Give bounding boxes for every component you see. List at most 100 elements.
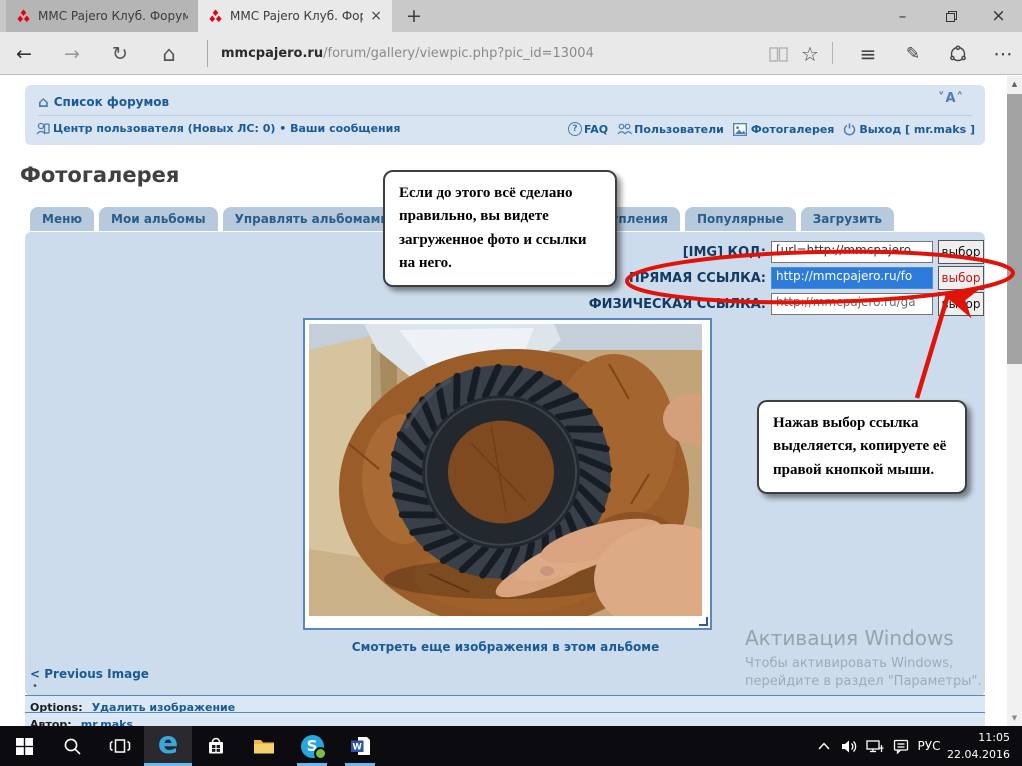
previous-image-link[interactable]: < Previous Image xyxy=(30,667,149,681)
close-button[interactable]: × xyxy=(976,0,1021,32)
bullet: • xyxy=(32,681,38,692)
header-right-links: ? FAQ Пользователи Фотогалерея Выход [ m… xyxy=(0,122,975,136)
clock[interactable]: 11:05 22.04.2016 xyxy=(940,729,1010,763)
start-button[interactable] xyxy=(0,726,48,766)
mitsubishi-favicon xyxy=(208,9,223,23)
clock-time: 11:05 xyxy=(940,729,1010,746)
tab-menu[interactable]: Меню xyxy=(30,207,94,231)
refresh-icon[interactable]: ↻ xyxy=(104,38,136,70)
forum-list-link[interactable]: ⌂ Список форумов xyxy=(38,93,169,111)
tab-close-icon[interactable]: × xyxy=(370,8,382,24)
file-explorer-button[interactable] xyxy=(240,726,288,766)
physical-link-row: ФИЗИЧЕСКАЯ ССЫЛКА: http://mmcpajero.ru/g… xyxy=(466,292,984,316)
browser-tab-active[interactable]: MMC Pajero Клуб. Фор × xyxy=(198,0,392,32)
gear-photo xyxy=(309,324,702,616)
word-button[interactable]: W xyxy=(336,726,384,766)
task-view-icon xyxy=(109,737,131,755)
photo-caption-link[interactable]: Смотреть еще изображения в этом альбоме xyxy=(303,640,708,654)
img-code-select-button[interactable]: выбор xyxy=(938,240,984,264)
users-link[interactable]: Пользователи xyxy=(617,123,724,136)
callout-right: Нажав выбор ссылка выделяется, копируете… xyxy=(757,400,967,494)
svg-text:W: W xyxy=(352,743,362,753)
minimize-button[interactable]: – xyxy=(880,0,925,32)
forum-list-label: Список форумов xyxy=(54,95,169,109)
address-bar-separator xyxy=(207,40,208,67)
hub-icon[interactable]: ≡ xyxy=(853,38,883,70)
faq-link[interactable]: ? FAQ xyxy=(568,122,608,136)
users-icon xyxy=(617,123,632,135)
clock-date: 22.04.2016 xyxy=(940,746,1010,763)
more-icon[interactable]: ⋯ xyxy=(988,38,1018,70)
search-icon xyxy=(63,737,82,756)
tab-title: MMC Pajero Клуб. Фор xyxy=(230,9,363,23)
question-icon: ? xyxy=(568,122,582,136)
new-tab-button[interactable]: + xyxy=(400,2,428,30)
tab-manage-albums[interactable]: Управлять альбомами xyxy=(223,207,401,231)
edge-icon: e xyxy=(158,729,178,759)
skype-status-dot xyxy=(314,747,327,760)
task-view-button[interactable] xyxy=(96,726,144,766)
watermark-line2: перейдите в раздел "Параметры". xyxy=(745,673,982,691)
logout-link[interactable]: Выход [ mr.maks ] xyxy=(843,123,975,136)
windows-logo-icon xyxy=(16,738,33,755)
store-button[interactable] xyxy=(192,726,240,766)
home-icon: ⌂ xyxy=(38,93,49,111)
tab-title: MMC Pajero Клуб. Форум • xyxy=(38,9,188,23)
volume-icon[interactable] xyxy=(836,726,862,766)
url-host: mmcpajero.ru xyxy=(221,46,323,61)
options-row: Options: Удалить изображение xyxy=(25,696,985,712)
browser-tab-background[interactable]: MMC Pajero Клуб. Форум • xyxy=(6,0,198,32)
watermark-title: Активация Windows xyxy=(745,626,982,650)
url-path: /forum/gallery/viewpic.php?pic_id=13004 xyxy=(323,46,594,61)
direct-link-input[interactable]: http://mmcpajero.ru/fo xyxy=(771,267,933,289)
restore-icon xyxy=(946,11,956,21)
resize-handle-icon[interactable] xyxy=(699,617,708,626)
scroll-down-icon[interactable]: ▼ xyxy=(1007,714,1022,722)
edge-taskbar-button[interactable]: e xyxy=(144,726,192,766)
page-title: Фотогалерея xyxy=(20,163,179,187)
store-icon xyxy=(206,736,226,756)
photo-frame[interactable] xyxy=(303,318,712,630)
gallery-label: Фотогалерея xyxy=(751,123,834,136)
favorites-star-icon[interactable]: ☆ xyxy=(795,38,825,70)
scroll-up-icon[interactable]: ▲ xyxy=(1007,76,1022,88)
back-icon[interactable]: ← xyxy=(8,38,40,70)
share-icon[interactable] xyxy=(943,38,973,70)
skype-icon: S xyxy=(301,735,324,758)
network-icon[interactable] xyxy=(862,726,888,766)
font-size-control[interactable]: ˅A˄ xyxy=(938,91,964,106)
address-bar[interactable]: mmcpajero.ru/forum/gallery/viewpic.php?p… xyxy=(221,46,594,61)
tab-my-albums[interactable]: Мои альбомы xyxy=(99,207,218,231)
scrollbar-thumb[interactable] xyxy=(1007,94,1022,364)
watermark-line1: Чтобы активировать Windows, xyxy=(745,655,982,673)
action-center-icon[interactable] xyxy=(888,726,914,766)
logout-label: Выход [ mr.maks ] xyxy=(859,123,975,136)
header-divider xyxy=(38,115,972,116)
mitsubishi-favicon xyxy=(16,9,31,23)
tab-popular[interactable]: Популярные xyxy=(685,207,796,231)
power-icon xyxy=(843,123,856,136)
reading-view-icon[interactable] xyxy=(763,38,793,70)
physical-link-select-button[interactable]: выбор xyxy=(938,292,984,316)
skype-button[interactable]: S xyxy=(288,726,336,766)
physical-link-label: ФИЗИЧЕСКАЯ ССЫЛКА: xyxy=(466,297,766,312)
picture-icon xyxy=(733,123,747,136)
windows-activation-watermark: Активация Windows Чтобы активировать Win… xyxy=(745,626,982,691)
physical-link-input[interactable]: http://mmcpajero.ru/ga xyxy=(771,293,933,315)
page-scrollbar[interactable]: ▲ ▼ xyxy=(1007,76,1022,726)
gallery-link[interactable]: Фотогалерея xyxy=(733,123,834,136)
faq-label: FAQ xyxy=(584,123,608,136)
img-code-input[interactable]: [url=http://mmcpajero xyxy=(771,241,933,263)
tray-chevron-icon[interactable] xyxy=(812,726,836,766)
forward-icon[interactable]: → xyxy=(56,38,88,70)
word-icon: W xyxy=(350,736,371,756)
home-icon[interactable]: ⌂ xyxy=(153,38,185,70)
tab-upload[interactable]: Загрузить xyxy=(801,207,894,231)
direct-link-select-button[interactable]: выбор xyxy=(938,266,984,290)
users-label: Пользователи xyxy=(634,123,724,136)
search-button[interactable] xyxy=(48,726,96,766)
folder-icon xyxy=(253,737,275,755)
restore-button[interactable] xyxy=(928,0,973,32)
callout-top: Если до этого всё сделано правильно, вы … xyxy=(383,170,617,287)
web-note-icon[interactable]: ✎ xyxy=(898,38,928,70)
